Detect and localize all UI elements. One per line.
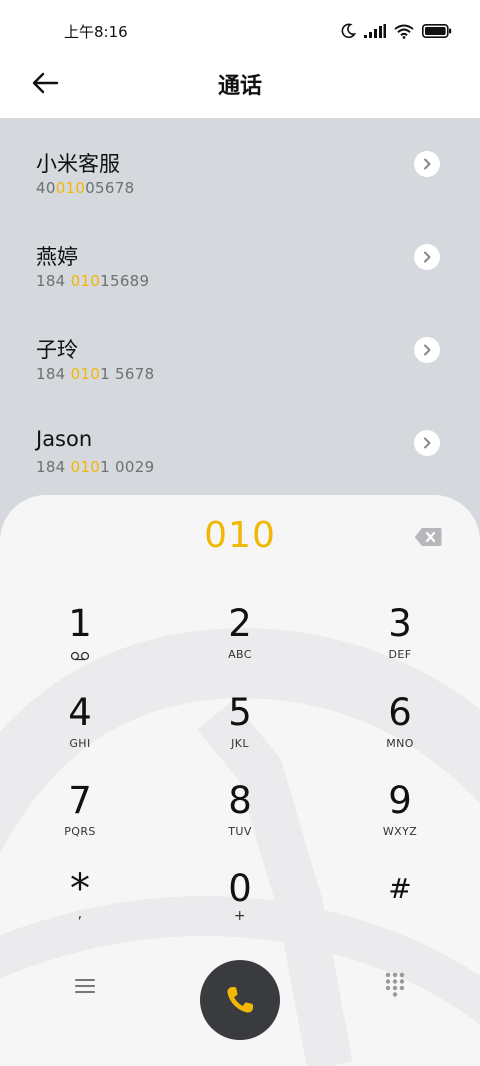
chevron-right-icon [424, 251, 431, 263]
contact-detail-button[interactable] [414, 430, 440, 456]
phone-icon [227, 987, 253, 1013]
key-0[interactable]: 0 + [160, 868, 320, 956]
match-highlight: 010 [55, 179, 86, 197]
match-highlight: 010 [70, 272, 101, 290]
contact-results-list: 小米客服 4001005678 燕婷 184 01015689 子玲 184 0… [0, 118, 480, 490]
key-letters: , [77, 906, 83, 922]
keypad-icon [385, 972, 405, 997]
key-8[interactable]: 8 TUV [160, 780, 320, 868]
battery-icon [422, 24, 452, 38]
header: 通话 [0, 50, 480, 118]
key-hash[interactable]: # [320, 868, 480, 956]
key-digit: 3 [388, 602, 412, 645]
dialer-bottom-bar [0, 960, 480, 1050]
voicemail-icon [70, 651, 90, 661]
key-digit: 8 [228, 779, 252, 822]
status-time: 上午8:16 [64, 23, 128, 41]
key-3[interactable]: 3 DEF [320, 603, 480, 691]
contact-number: 184 01015689 [36, 272, 150, 290]
key-letters: ABC [228, 648, 252, 661]
contact-row[interactable]: 子玲 184 0101 5678 [0, 304, 480, 397]
contact-number: 184 0101 5678 [36, 365, 155, 383]
menu-button[interactable] [74, 977, 96, 997]
match-highlight: 010 [70, 458, 101, 476]
contact-number: 184 0101 0029 [36, 458, 155, 476]
key-letters: TUV [228, 825, 252, 838]
key-letters: JKL [231, 737, 249, 750]
key-star[interactable]: * , [0, 868, 160, 956]
key-digit: 7 [68, 779, 92, 822]
key-2[interactable]: 2 ABC [160, 603, 320, 691]
key-digit: 0 [228, 867, 252, 910]
chevron-right-icon [424, 158, 431, 170]
key-letters: WXYZ [382, 825, 418, 838]
chevron-right-icon [424, 437, 431, 449]
contact-detail-button[interactable] [414, 244, 440, 270]
contact-name: 燕婷 [36, 245, 78, 269]
key-digit: # [388, 872, 412, 905]
moon-icon [341, 23, 356, 39]
contact-row[interactable]: 小米客服 4001005678 [0, 118, 480, 211]
key-letters: PQRS [64, 825, 96, 838]
key-digit: 2 [228, 602, 252, 645]
chevron-right-icon [424, 344, 431, 356]
key-digit: 9 [388, 779, 412, 822]
key-digit: 1 [68, 602, 92, 645]
wifi-icon [394, 24, 414, 39]
contact-detail-button[interactable] [414, 151, 440, 177]
backspace-button[interactable] [414, 527, 442, 547]
contact-number: 4001005678 [36, 179, 135, 197]
key-letters: + [233, 908, 247, 924]
key-letters: MNO [386, 737, 414, 750]
dialed-number: 010 [204, 515, 276, 556]
menu-icon [75, 979, 95, 993]
key-digit: 6 [388, 691, 412, 734]
key-digit: * [70, 866, 90, 912]
contact-name: 子玲 [36, 338, 78, 362]
dialpad-sheet: 010 1 2 ABC 3 DEF 4 GHI 5 JKL 6 MNO 7 PQ… [0, 495, 480, 1066]
contact-row[interactable]: 燕婷 184 01015689 [0, 211, 480, 304]
key-digit: 5 [228, 691, 252, 734]
match-highlight: 010 [70, 365, 101, 383]
status-icons [340, 20, 452, 42]
key-5[interactable]: 5 JKL [160, 692, 320, 780]
key-7[interactable]: 7 PQRS [0, 780, 160, 868]
contact-detail-button[interactable] [414, 337, 440, 363]
key-letters: GHI [69, 737, 91, 750]
key-digit: 4 [68, 691, 92, 734]
keypad-toggle-button[interactable] [385, 972, 405, 998]
contact-row[interactable]: Jason 184 0101 0029 [0, 397, 480, 490]
contact-name: 小米客服 [36, 152, 120, 176]
backspace-icon [414, 528, 442, 546]
contact-name: Jason [36, 427, 93, 451]
signal-icon [364, 24, 386, 38]
key-6[interactable]: 6 MNO [320, 692, 480, 780]
key-letters: DEF [388, 648, 412, 661]
key-4[interactable]: 4 GHI [0, 692, 160, 780]
call-button[interactable] [200, 960, 280, 1040]
page-title: 通话 [217, 74, 262, 99]
key-1[interactable]: 1 [0, 603, 160, 691]
key-9[interactable]: 9 WXYZ [320, 780, 480, 868]
